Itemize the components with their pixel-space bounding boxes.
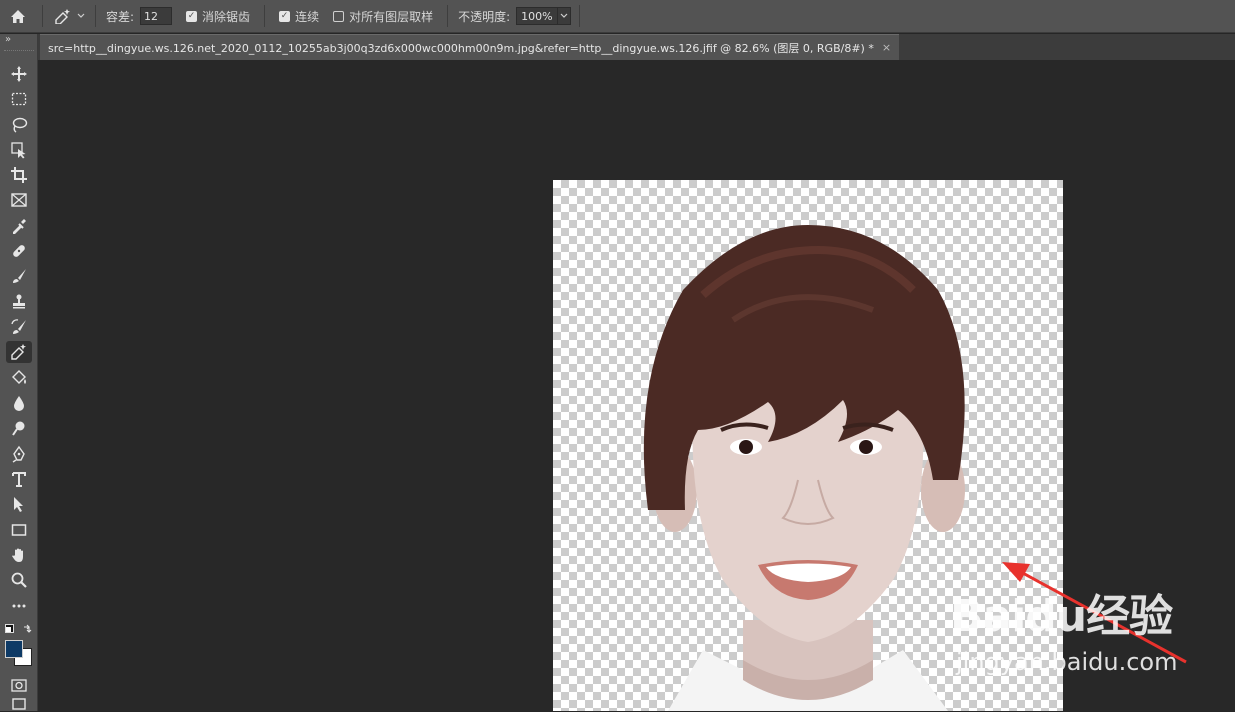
brush-icon <box>13 269 26 283</box>
marquee-tool[interactable] <box>6 88 32 110</box>
healing-brush-icon <box>13 245 25 257</box>
tools-panel: » <box>0 34 38 711</box>
more-tools-icon <box>12 604 26 608</box>
hand-tool[interactable] <box>6 544 32 566</box>
separator <box>95 5 96 27</box>
zoom-tool[interactable] <box>6 569 32 591</box>
magic-eraser-icon <box>55 9 70 24</box>
antialias-checkbox[interactable]: ✓ 消除锯齿 <box>186 8 250 25</box>
object-select-icon <box>11 142 26 159</box>
pen-tool[interactable] <box>6 443 32 465</box>
separator <box>578 5 580 27</box>
lasso-icon <box>12 117 28 133</box>
magic-eraser-icon <box>11 344 26 360</box>
paint-bucket-tool[interactable] <box>6 367 32 389</box>
tool-preset-picker[interactable] <box>49 8 89 24</box>
path-select-tool[interactable] <box>6 493 32 515</box>
home-icon <box>11 9 25 23</box>
foreground-color-swatch[interactable] <box>5 640 23 658</box>
separator <box>447 5 449 27</box>
crop-tool[interactable] <box>6 164 32 186</box>
type-icon <box>12 472 26 487</box>
clone-stamp-icon <box>13 294 25 309</box>
move-icon <box>11 66 27 82</box>
contiguous-label: 连续 <box>295 9 320 24</box>
rectangle-tool[interactable] <box>6 519 32 541</box>
frame-icon <box>11 193 27 207</box>
type-tool[interactable] <box>6 468 32 490</box>
chevron-down-icon <box>556 8 570 24</box>
document-title: src=http__dingyue.ws.126.net_2020_0112_1… <box>48 41 874 55</box>
quick-mask-button[interactable] <box>6 674 32 696</box>
screen-mode-button[interactable] <box>6 698 32 712</box>
checkbox-checked-icon: ✓ <box>186 10 198 22</box>
object-select-tool[interactable] <box>6 139 32 161</box>
quick-mask-icon <box>11 679 27 692</box>
pen-icon <box>12 445 25 463</box>
face <box>692 400 924 642</box>
healing-brush-tool[interactable] <box>6 240 32 262</box>
sample-all-layers-label: 对所有图层取样 <box>349 9 434 24</box>
separator <box>264 5 266 27</box>
frame-tool[interactable] <box>6 189 32 211</box>
document-tab-bar: src=http__dingyue.ws.126.net_2020_0112_1… <box>38 34 1235 60</box>
contiguous-checkbox[interactable]: ✓ 连续 <box>279 8 319 25</box>
eyedropper-icon <box>13 219 26 234</box>
paint-bucket-icon <box>12 370 26 384</box>
default-colors-white <box>6 627 11 632</box>
brush-tool[interactable] <box>6 265 32 287</box>
options-bar: 容差: 12 ✓ 消除锯齿 ✓ 连续 对所有图层取样 不透明度: 100% <box>0 0 1235 33</box>
magic-eraser-tool[interactable] <box>6 341 32 363</box>
move-tool[interactable] <box>6 63 32 85</box>
tolerance-label: 容差: <box>106 9 135 24</box>
marquee-icon <box>11 92 27 106</box>
baidu-watermark: Baidu经验 jingyan.baidu.com <box>950 580 1190 680</box>
swap-colors-icon[interactable] <box>22 624 32 634</box>
blur-icon <box>14 396 24 411</box>
history-brush-tool[interactable] <box>6 316 32 338</box>
opacity-label: 不透明度: <box>458 9 511 24</box>
rectangle-icon <box>11 524 27 536</box>
collapse-panel-icon[interactable]: » <box>5 34 11 45</box>
blur-tool[interactable] <box>6 392 32 414</box>
home-button[interactable] <box>0 0 36 33</box>
eyedropper-tool[interactable] <box>6 215 32 237</box>
checkbox-unchecked-icon <box>333 10 345 22</box>
more-tools-button[interactable] <box>6 595 32 617</box>
watermark-brand: Baidu经验 <box>950 591 1173 642</box>
color-swatches <box>4 624 36 674</box>
document-tab[interactable]: src=http__dingyue.ws.126.net_2020_0112_1… <box>40 34 900 60</box>
crop-icon <box>11 167 27 183</box>
path-select-icon <box>14 497 23 512</box>
opacity-dropdown[interactable]: 100% <box>516 7 571 25</box>
lasso-tool[interactable] <box>6 114 32 136</box>
clone-stamp-tool[interactable] <box>6 291 32 313</box>
history-brush-icon <box>11 319 26 334</box>
tolerance-input[interactable]: 12 <box>140 7 173 25</box>
zoom-icon <box>11 572 27 588</box>
panel-grip[interactable] <box>4 50 34 53</box>
sample-all-layers-checkbox[interactable]: 对所有图层取样 <box>333 8 433 25</box>
dodge-tool[interactable] <box>6 417 32 439</box>
separator <box>42 5 43 27</box>
dodge-icon <box>12 421 25 436</box>
hand-icon <box>12 548 23 562</box>
opacity-value: 100% <box>521 9 553 23</box>
antialias-label: 消除锯齿 <box>202 9 251 24</box>
checkbox-checked-icon: ✓ <box>279 10 291 22</box>
close-tab-icon[interactable]: × <box>882 41 891 54</box>
chevron-down-icon <box>77 13 85 18</box>
screen-mode-icon <box>12 698 26 710</box>
watermark-url: jingyan.baidu.com <box>956 648 1178 676</box>
